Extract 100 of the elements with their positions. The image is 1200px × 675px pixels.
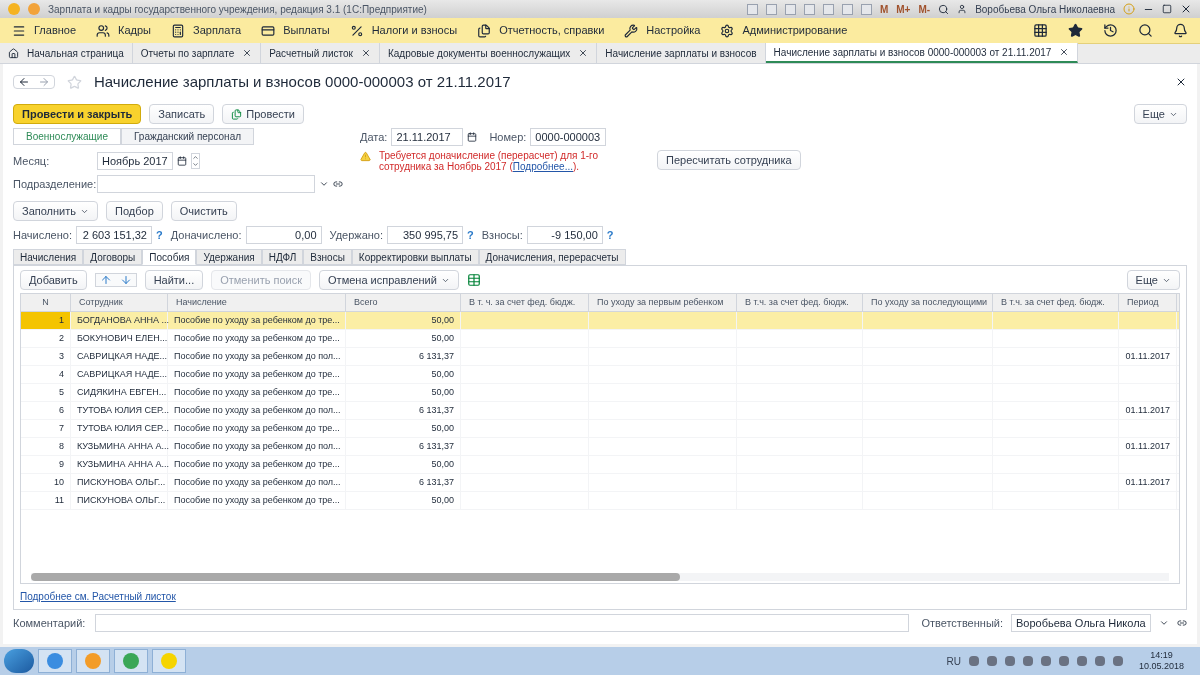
table-row[interactable]: 8 КУЗЬМИНА АННА А... Пособие по уходу за ребенком до пол... 6 131,37 01.11.2017 bbox=[21, 438, 1179, 456]
column-header[interactable]: Период bbox=[1119, 294, 1177, 311]
tray-icon[interactable] bbox=[1040, 656, 1051, 666]
more-button[interactable]: Еще bbox=[1126, 270, 1180, 290]
table-row[interactable]: 7 ТУТОВА ЮЛИЯ СЕР... Пособие по уходу за ребенком до тре... 50,00 bbox=[21, 420, 1179, 438]
close-icon[interactable] bbox=[360, 48, 371, 58]
number-field[interactable]: 0000-000003 bbox=[530, 128, 607, 146]
restore-icon[interactable] bbox=[1162, 4, 1172, 14]
close-icon[interactable] bbox=[1059, 47, 1070, 57]
memory-button[interactable]: M+ bbox=[896, 1, 911, 17]
toolbar-icon[interactable] bbox=[860, 3, 872, 15]
menu-item[interactable]: Зарплата bbox=[193, 22, 242, 39]
table-row[interactable]: 1 БОГДАНОВА АННА ... Пособие по уходу за ребенком до тре... 50,00 bbox=[21, 312, 1179, 330]
total-field[interactable]: -9 150,00 bbox=[526, 226, 603, 244]
open-tab[interactable]: Начальная страница bbox=[0, 43, 133, 63]
menu-item[interactable]: Администрирование bbox=[742, 22, 848, 39]
responsible-field[interactable]: Воробьева Ольга Никола bbox=[1011, 614, 1151, 632]
table-icon[interactable] bbox=[466, 273, 481, 287]
gear-icon[interactable] bbox=[720, 23, 735, 38]
section-tab[interactable]: Взносы bbox=[303, 249, 352, 265]
column-header[interactable]: По уходу за последующими bbox=[863, 294, 993, 311]
forward-icon[interactable] bbox=[38, 76, 50, 88]
open-tab[interactable]: Начисление зарплаты и взносов 0000-000003 от 21.11.2017 bbox=[765, 43, 1079, 63]
zoom-icon[interactable] bbox=[938, 3, 950, 15]
menu-item[interactable]: Главное bbox=[34, 22, 77, 39]
total-field[interactable]: 0,00 bbox=[245, 226, 322, 244]
tray-icon[interactable] bbox=[1094, 656, 1105, 666]
section-tab[interactable]: Начисления bbox=[13, 249, 84, 265]
open-icon[interactable] bbox=[1177, 618, 1187, 628]
taskbar-app-icon[interactable] bbox=[152, 649, 186, 673]
column-header[interactable]: Начисление bbox=[168, 294, 346, 311]
menu-item[interactable]: Кадры bbox=[118, 22, 151, 39]
help-icon[interactable]: ? bbox=[156, 226, 163, 244]
tray-icon[interactable] bbox=[1112, 656, 1123, 666]
month-field[interactable]: Ноябрь 2017 bbox=[97, 152, 173, 170]
calculator-icon[interactable] bbox=[171, 23, 185, 38]
total-field[interactable]: 2 603 151,32 bbox=[76, 226, 152, 244]
toolbar-icon[interactable] bbox=[822, 3, 834, 15]
toolbar-button[interactable]: Очистить bbox=[170, 201, 237, 221]
move-down-icon[interactable] bbox=[119, 274, 132, 286]
start-button[interactable] bbox=[4, 649, 34, 673]
move-up-icon[interactable] bbox=[99, 274, 112, 286]
close-icon[interactable] bbox=[1180, 3, 1192, 15]
tray-icon[interactable] bbox=[1022, 656, 1033, 666]
help-icon[interactable]: ? bbox=[606, 226, 614, 244]
percent-icon[interactable] bbox=[349, 23, 364, 38]
column-header[interactable]: Сотрудник bbox=[71, 294, 168, 311]
table-row[interactable]: 3 САВРИЦКАЯ НАДЕ... Пособие по уходу за ребенком до пол... 6 131,37 01.11.2017 bbox=[21, 348, 1179, 366]
toolbar-button[interactable]: Найти... bbox=[144, 270, 204, 290]
memory-button[interactable]: M- bbox=[918, 1, 931, 17]
comment-field[interactable] bbox=[95, 614, 910, 632]
column-header[interactable]: В т.ч. за счет фед. бюдж. bbox=[737, 294, 863, 311]
table-row[interactable]: 11 ПИСКУНОВА ОЛЬГ... Пособие по уходу за ребенком до тре... 50,00 bbox=[21, 492, 1179, 510]
segment-tab[interactable]: Гражданский персонал bbox=[121, 128, 255, 145]
search-icon[interactable] bbox=[1138, 23, 1153, 38]
total-field[interactable]: 350 995,75 bbox=[387, 226, 464, 244]
wrench-icon[interactable] bbox=[624, 23, 639, 38]
horizontal-scrollbar[interactable] bbox=[31, 573, 1169, 581]
column-header[interactable]: Всего bbox=[346, 294, 461, 311]
toolbar-button[interactable]: Подбор bbox=[106, 201, 163, 221]
nav-buttons[interactable] bbox=[13, 75, 55, 89]
column-header[interactable]: По уходу за первым ребенком bbox=[589, 294, 737, 311]
section-tab[interactable]: Удержания bbox=[196, 249, 262, 265]
open-tab[interactable]: Кадровые документы военнослужащих bbox=[379, 43, 598, 63]
save-button[interactable]: Записать bbox=[149, 104, 215, 124]
history-icon[interactable] bbox=[1103, 23, 1118, 38]
clock-date[interactable]: 10.05.2018 bbox=[1138, 661, 1184, 672]
table-row[interactable]: 9 КУЗЬМИНА АННА А... Пособие по уходу за ребенком до тре... 50,00 bbox=[21, 456, 1179, 474]
info-icon[interactable] bbox=[1123, 3, 1135, 15]
help-icon[interactable]: ? bbox=[467, 226, 474, 244]
section-tab[interactable]: Пособия bbox=[142, 249, 197, 265]
recalculate-button[interactable]: Пересчитать сотрудника bbox=[657, 150, 801, 170]
tray-icon[interactable] bbox=[1004, 656, 1015, 666]
undo-changes-button[interactable]: Отмена исправлений bbox=[319, 270, 459, 290]
memory-button[interactable]: M bbox=[879, 1, 889, 17]
language-indicator[interactable]: RU bbox=[946, 653, 961, 669]
open-icon[interactable] bbox=[333, 179, 343, 189]
people-icon[interactable] bbox=[96, 23, 111, 38]
taskbar-app-icon[interactable] bbox=[76, 649, 110, 673]
toolbar-button[interactable]: Добавить bbox=[20, 270, 87, 290]
apps-grid-icon[interactable] bbox=[1033, 23, 1048, 38]
date-field[interactable]: 21.11.2017 bbox=[391, 128, 464, 146]
post-button[interactable]: Провести bbox=[222, 104, 304, 124]
tray-icon[interactable] bbox=[1058, 656, 1069, 666]
calendar-icon[interactable] bbox=[177, 156, 187, 166]
app-menu-icon[interactable] bbox=[28, 3, 40, 15]
close-icon[interactable] bbox=[578, 48, 589, 58]
table-row[interactable]: 5 СИДЯКИНА ЕВГЕН... Пособие по уходу за ребенком до тре... 50,00 bbox=[21, 384, 1179, 402]
dropdown-icon[interactable] bbox=[319, 179, 329, 189]
menu-item[interactable]: Настройка bbox=[646, 22, 701, 39]
table-row[interactable]: 4 САВРИЦКАЯ НАДЕ... Пособие по уходу за ребенком до тре... 50,00 bbox=[21, 366, 1179, 384]
more-button[interactable]: Еще bbox=[1133, 104, 1187, 124]
segment-tab[interactable]: Военнослужащие bbox=[13, 128, 121, 145]
move-buttons[interactable] bbox=[94, 273, 137, 287]
section-tab[interactable]: Доначисления, перерасчеты bbox=[478, 249, 626, 265]
bell-icon[interactable] bbox=[1173, 23, 1188, 38]
open-tab[interactable]: Расчетный листок bbox=[261, 43, 380, 63]
toolbar-icon[interactable] bbox=[746, 3, 758, 15]
toolbar-icon[interactable] bbox=[841, 3, 853, 15]
dropdown-icon[interactable] bbox=[1159, 618, 1169, 628]
